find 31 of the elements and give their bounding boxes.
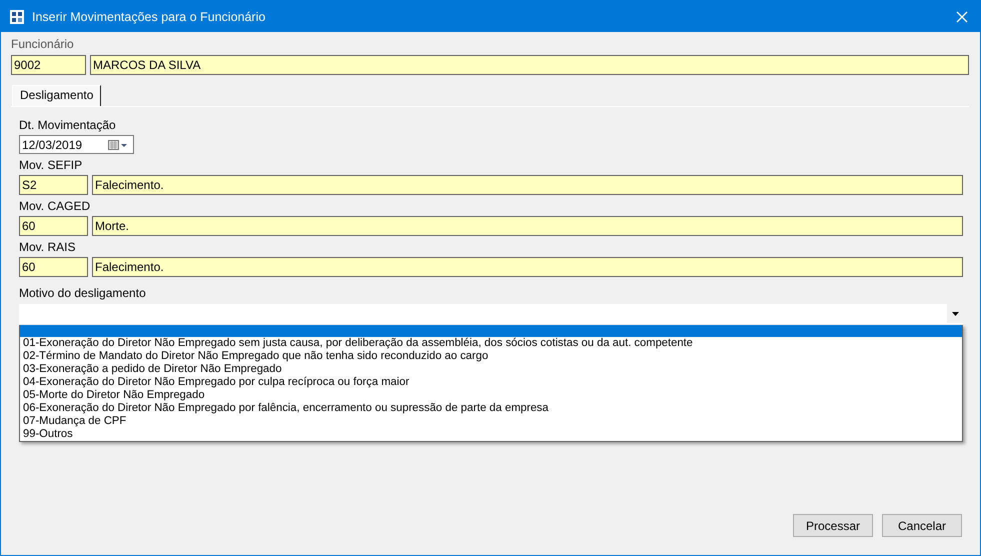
caret-icon — [952, 312, 958, 316]
description-field[interactable]: Morte. — [92, 216, 963, 236]
dropdown-option[interactable]: 01-Exoneração do Diretor Não Empregado sem justa causa, por deliberação da assembléia, dos sócios cotistas ou da aut. competente — [20, 337, 962, 350]
field-label: Mov. RAIS — [19, 241, 76, 254]
tab[interactable]: Desligamento — [12, 85, 102, 106]
dropdown-option[interactable]: 03-Exoneração a pedido de Diretor Não Empregado — [20, 363, 962, 376]
field-label: Mov. CAGED — [19, 200, 90, 213]
process-button[interactable]: Processar — [793, 514, 873, 537]
description-field[interactable]: Falecimento. — [92, 175, 963, 195]
description-field[interactable]: Falecimento. — [92, 257, 963, 277]
app-icon — [10, 10, 24, 24]
dropdown-option[interactable]: 06-Exoneração do Diretor Não Empregado por falência, encerramento ou supressão de parte da empresa — [20, 402, 962, 415]
dropdown-option[interactable]: 05-Morte do Diretor Não Empregado — [20, 389, 962, 402]
dropdown-option[interactable]: 02-Término de Mandato do Diretor Não Empregado que não tenha sido reconduzido ao cargo — [20, 350, 962, 363]
employee-name-field[interactable]: MARCOS DA SILVA — [90, 55, 969, 75]
code-field[interactable]: 60 — [19, 257, 88, 277]
field-label: Funcionário — [11, 38, 74, 51]
field-label: Dt. Movimentação — [19, 119, 116, 132]
window-title: Inserir Movimentações para o Funcionário — [32, 10, 266, 24]
employee-code-field[interactable]: 9002 — [11, 55, 86, 75]
code-field[interactable]: 60 — [19, 216, 88, 236]
dropdown-option[interactable]: 99-Outros — [20, 428, 962, 441]
dropdown-option[interactable]: 04-Exoneração do Diretor Não Empregado por culpa recíproca ou força maior — [20, 376, 962, 389]
cancel-button[interactable]: Cancelar — [882, 514, 962, 537]
close-icon[interactable] — [956, 10, 968, 22]
field-label: Mov. SEFIP — [19, 159, 82, 172]
date-field[interactable]: 12/03/2019 — [19, 135, 134, 154]
calendar-icon[interactable] — [108, 138, 130, 150]
code-field[interactable]: S2 — [19, 175, 88, 195]
dropdown-option[interactable]: 07-Mudança de CPF — [20, 415, 962, 428]
field-label: Motivo do desligamento — [19, 287, 146, 300]
